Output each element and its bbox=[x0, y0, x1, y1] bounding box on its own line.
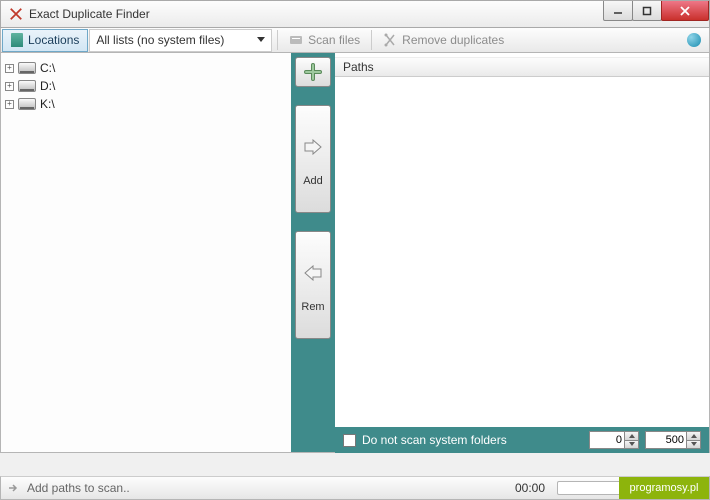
minimize-button[interactable] bbox=[603, 1, 633, 21]
plus-button[interactable] bbox=[295, 57, 331, 87]
status-bar: Add paths to scan.. 00:00 bbox=[0, 476, 710, 500]
spinner-value: 0 bbox=[590, 434, 624, 446]
locations-label: Locations bbox=[28, 33, 79, 47]
drive-label: K:\ bbox=[40, 97, 55, 111]
spinner-down-icon[interactable] bbox=[624, 441, 638, 449]
options-bar: Do not scan system folders 0 500 bbox=[335, 427, 709, 453]
scan-label: Scan files bbox=[308, 33, 360, 47]
drive-icon bbox=[18, 98, 36, 110]
plus-icon bbox=[304, 63, 322, 81]
tree-item[interactable]: + C:\ bbox=[5, 59, 287, 77]
drive-icon bbox=[18, 62, 36, 74]
filter-dropdown[interactable]: All lists (no system files) bbox=[89, 29, 272, 52]
add-button[interactable]: Add bbox=[295, 105, 331, 213]
help-button[interactable] bbox=[687, 33, 701, 47]
watermark: programosy.pl bbox=[619, 477, 709, 499]
locations-button[interactable]: Locations bbox=[2, 29, 88, 52]
window-title: Exact Duplicate Finder bbox=[29, 7, 150, 21]
chevron-down-icon bbox=[257, 37, 265, 43]
remove-label: Remove duplicates bbox=[402, 33, 504, 47]
scissors-icon bbox=[383, 33, 397, 47]
arrow-left-icon bbox=[303, 265, 323, 281]
remove-duplicates-button[interactable]: Remove duplicates bbox=[377, 29, 510, 52]
arrow-right-icon bbox=[7, 482, 19, 494]
min-size-spinner[interactable]: 0 bbox=[589, 431, 639, 449]
paths-column-header[interactable]: Paths bbox=[335, 57, 709, 77]
spinner-up-icon[interactable] bbox=[624, 432, 638, 441]
separator bbox=[371, 30, 372, 50]
expand-icon[interactable]: + bbox=[5, 64, 14, 73]
arrow-right-icon bbox=[303, 139, 323, 155]
scan-icon bbox=[289, 33, 303, 47]
paths-panel: Paths bbox=[335, 53, 709, 452]
dropdown-value: All lists (no system files) bbox=[96, 33, 224, 47]
bookmark-icon bbox=[11, 33, 23, 47]
system-folders-checkbox[interactable] bbox=[343, 434, 356, 447]
add-label: Add bbox=[303, 175, 323, 187]
expand-icon[interactable]: + bbox=[5, 82, 14, 91]
rem-label: Rem bbox=[301, 301, 324, 313]
main-area: + C:\ + D:\ + K:\ Add Rem Path bbox=[0, 53, 710, 453]
tree-item[interactable]: + K:\ bbox=[5, 95, 287, 113]
close-button[interactable] bbox=[661, 1, 709, 21]
remove-button[interactable]: Rem bbox=[295, 231, 331, 339]
window-controls bbox=[604, 1, 709, 21]
expand-icon[interactable]: + bbox=[5, 100, 14, 109]
drive-label: D:\ bbox=[40, 79, 55, 93]
paths-list[interactable] bbox=[335, 77, 709, 452]
paths-header-label: Paths bbox=[343, 60, 374, 74]
drive-tree: + C:\ + D:\ + K:\ bbox=[1, 53, 291, 452]
center-column: Add Rem bbox=[291, 53, 335, 452]
spinner-value: 500 bbox=[646, 434, 686, 446]
title-bar: Exact Duplicate Finder bbox=[0, 0, 710, 28]
drive-icon bbox=[18, 80, 36, 92]
app-icon bbox=[9, 7, 23, 21]
drive-label: C:\ bbox=[40, 61, 55, 75]
status-time: 00:00 bbox=[515, 481, 545, 495]
separator bbox=[277, 30, 278, 50]
toolbar: Locations All lists (no system files) Sc… bbox=[0, 28, 710, 53]
checkbox-label: Do not scan system folders bbox=[362, 433, 507, 447]
spinner-up-icon[interactable] bbox=[686, 432, 700, 441]
tree-item[interactable]: + D:\ bbox=[5, 77, 287, 95]
spinner-down-icon[interactable] bbox=[686, 441, 700, 449]
scan-files-button[interactable]: Scan files bbox=[283, 29, 366, 52]
max-size-spinner[interactable]: 500 bbox=[645, 431, 701, 449]
watermark-text: programosy.pl bbox=[630, 482, 699, 494]
status-text: Add paths to scan.. bbox=[27, 481, 130, 495]
maximize-button[interactable] bbox=[632, 1, 662, 21]
